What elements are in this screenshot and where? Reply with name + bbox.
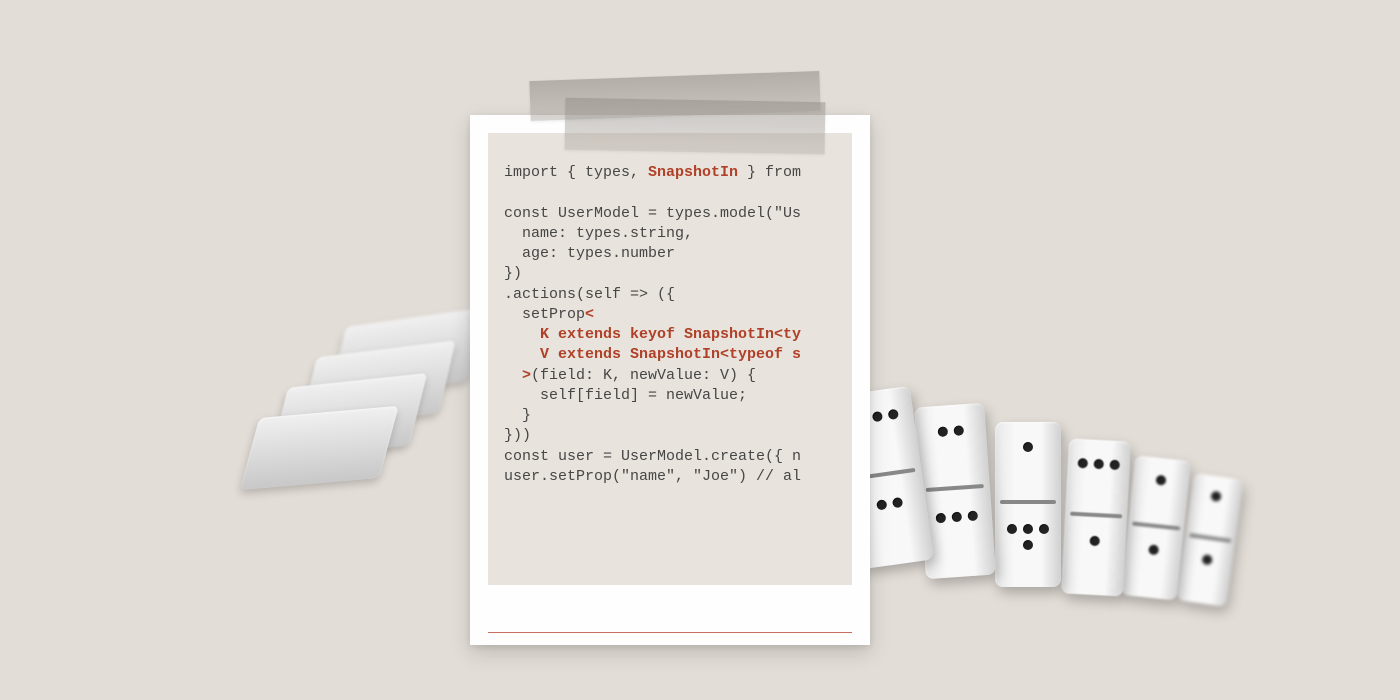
domino-standing bbox=[1061, 438, 1131, 596]
code-highlight: SnapshotIn bbox=[648, 164, 738, 181]
code-line: setProp bbox=[504, 306, 585, 323]
code-highlight: K extends keyof SnapshotIn<ty bbox=[504, 326, 801, 343]
code-line: user.setProp("name", "Joe") // al bbox=[504, 468, 801, 485]
code-line: .actions(self => ({ bbox=[504, 286, 675, 303]
standing-dominoes-group bbox=[850, 380, 1280, 640]
polaroid-card: import { types, SnapshotIn } from const … bbox=[470, 115, 870, 645]
polaroid-underline bbox=[488, 632, 852, 634]
code-highlight: < bbox=[585, 306, 594, 323]
code-line: const user = UserModel.create({ n bbox=[504, 448, 801, 465]
code-line: } from bbox=[738, 164, 801, 181]
code-line: (field: K, newValue: V) { bbox=[531, 367, 756, 384]
code-line: age: types.number bbox=[504, 245, 675, 262]
domino-fallen bbox=[240, 406, 399, 490]
fallen-dominoes-group bbox=[240, 300, 500, 480]
code-line: })) bbox=[504, 427, 531, 444]
code-line: self[field] = newValue; bbox=[504, 387, 747, 404]
code-line: }) bbox=[504, 265, 522, 282]
domino-standing bbox=[995, 422, 1061, 587]
tape-strip bbox=[565, 98, 826, 155]
code-line: const UserModel = types.model("Us bbox=[504, 205, 801, 222]
code-highlight: > bbox=[504, 367, 531, 384]
code-line: import { types, bbox=[504, 164, 648, 181]
code-highlight: V extends SnapshotIn<typeof s bbox=[504, 346, 801, 363]
code-line: name: types.string, bbox=[504, 225, 693, 242]
code-snippet: import { types, SnapshotIn } from const … bbox=[488, 133, 852, 585]
code-line: } bbox=[504, 407, 531, 424]
